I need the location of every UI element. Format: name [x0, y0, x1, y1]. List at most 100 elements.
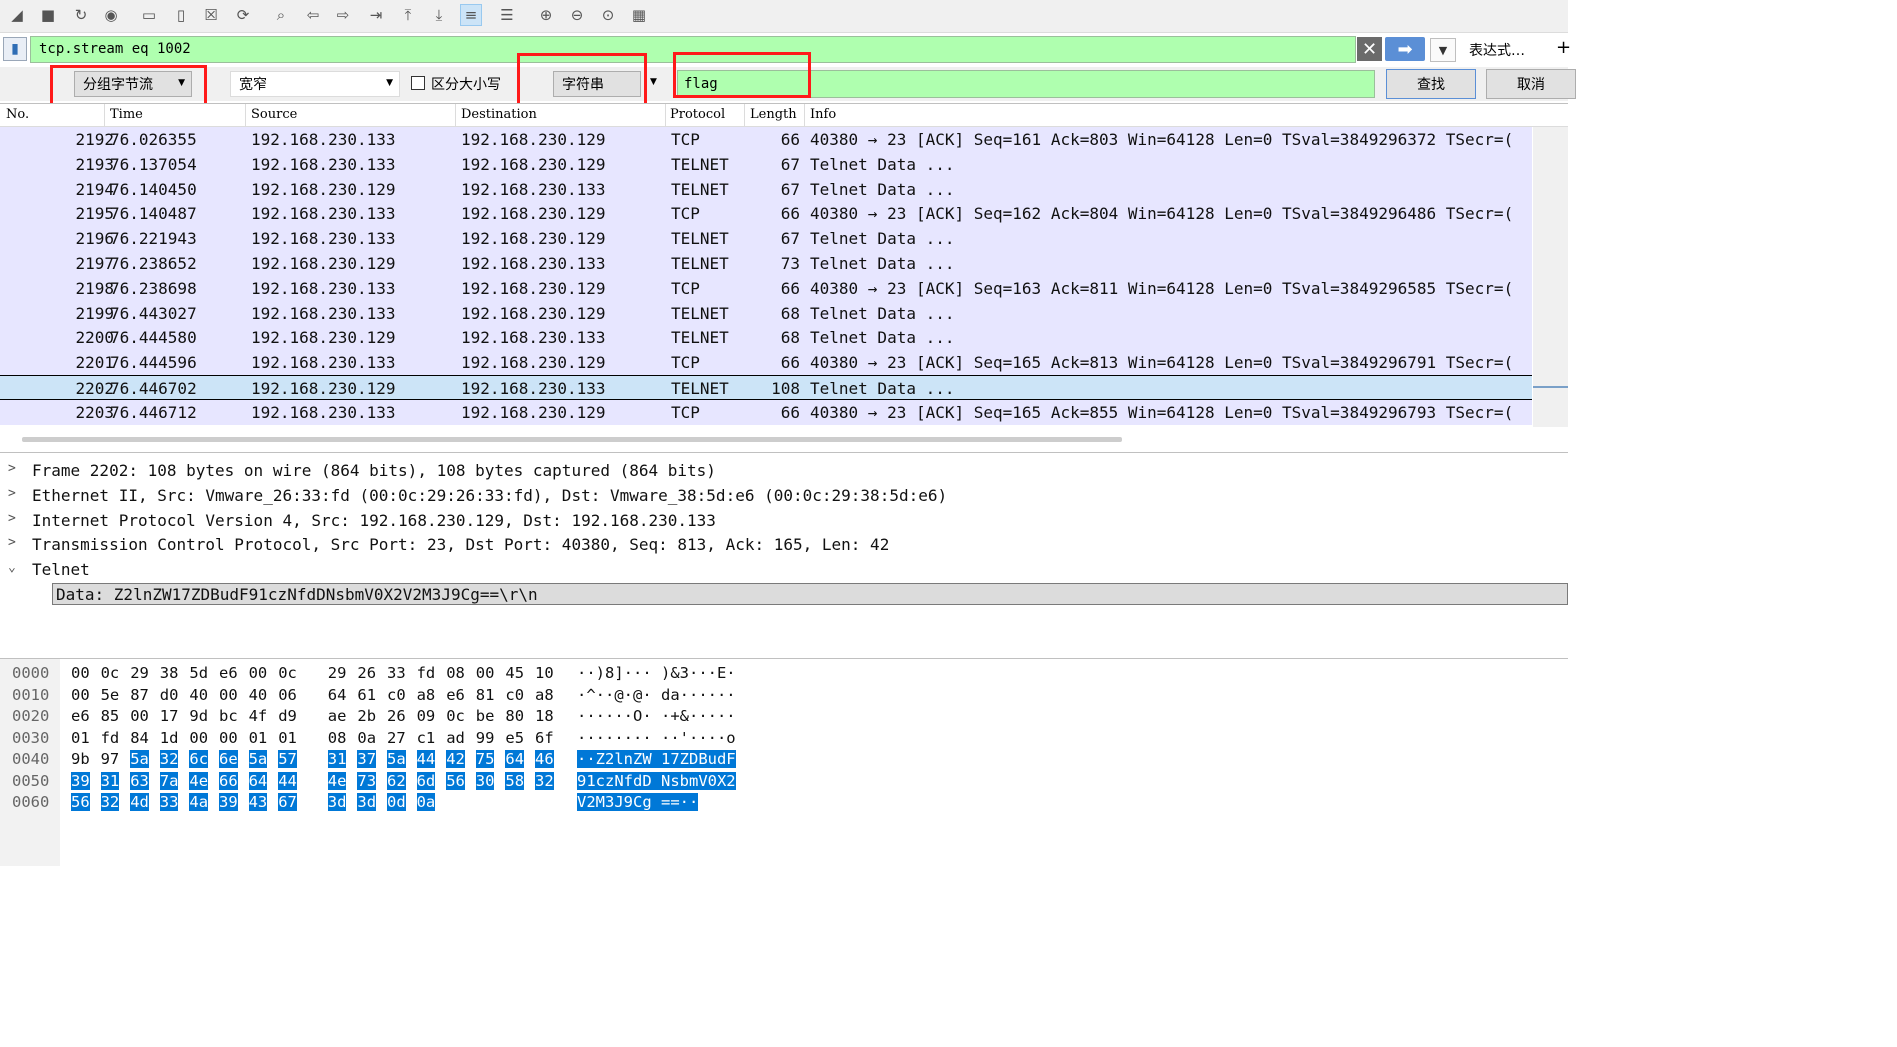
hex-byte[interactable]: 64: [505, 750, 525, 768]
display-filter-input[interactable]: tcp.stream eq 1002: [30, 36, 1356, 63]
last-packet-icon[interactable]: ⤓: [428, 4, 450, 26]
expand-arrow-icon[interactable]: >: [8, 511, 16, 526]
packet-row[interactable]: 2199 76.443027 192.168.230.133 192.168.230.…: [0, 300, 1532, 326]
column-header-info[interactable]: Info: [810, 107, 836, 122]
filter-bookmark-icon[interactable]: ▮: [3, 37, 27, 61]
hex-byte[interactable]: 08: [328, 729, 347, 747]
back-arrow-icon[interactable]: ⇦: [302, 4, 324, 26]
hex-byte[interactable]: 58: [505, 771, 525, 790]
hex-byte[interactable]: 45: [505, 664, 524, 682]
hex-byte[interactable]: 61: [357, 686, 376, 704]
hex-byte[interactable]: fd: [417, 664, 436, 682]
hex-byte[interactable]: 1d: [160, 729, 179, 747]
hex-byte[interactable]: c0: [505, 686, 524, 704]
packet-row[interactable]: 2197 76.238652 192.168.230.129 192.168.230.…: [0, 251, 1532, 276]
hex-byte[interactable]: 01: [278, 729, 297, 747]
hex-byte[interactable]: 31: [327, 750, 347, 768]
hex-byte[interactable]: 01: [71, 729, 90, 747]
hex-byte[interactable]: ad: [446, 729, 465, 747]
hex-byte[interactable]: 00: [219, 729, 238, 747]
hex-byte[interactable]: bc: [219, 707, 238, 725]
hex-byte[interactable]: 5e: [101, 686, 120, 704]
hex-byte[interactable]: 30: [475, 771, 495, 790]
hex-byte[interactable]: 10: [535, 664, 554, 682]
hex-byte[interactable]: 3d: [327, 793, 347, 811]
hex-byte[interactable]: 87: [130, 686, 149, 704]
hex-byte[interactable]: 63: [130, 771, 149, 790]
hex-byte[interactable]: 44: [278, 771, 297, 790]
hex-byte[interactable]: 00: [71, 664, 90, 682]
hex-byte[interactable]: 80: [505, 707, 524, 725]
options-icon[interactable]: ◉: [100, 4, 122, 26]
ascii-dump[interactable]: ······O· ·+&·····: [577, 707, 736, 725]
hex-byte[interactable]: 18: [535, 707, 554, 725]
hex-byte[interactable]: 5a: [248, 750, 268, 768]
colorize-icon[interactable]: ☰: [496, 4, 518, 26]
detail-tree-item[interactable]: > Internet Protocol Version 4, Src: 192.1…: [0, 509, 1568, 533]
hex-byte[interactable]: 01: [249, 729, 268, 747]
hex-byte[interactable]: d0: [160, 686, 179, 704]
hex-byte[interactable]: 99: [476, 729, 495, 747]
ascii-dump[interactable]: ··Z2lnZW 17ZDBudF: [577, 750, 736, 768]
ascii-dump[interactable]: ··)8]··· )&3···E·: [577, 664, 736, 682]
hex-byte[interactable]: 0c: [101, 664, 120, 682]
hex-byte[interactable]: e6: [219, 664, 238, 682]
packet-list-scrollbar[interactable]: [1533, 127, 1568, 427]
hex-byte[interactable]: 44: [416, 750, 436, 768]
hex-byte[interactable]: 5d: [189, 664, 208, 682]
hex-byte[interactable]: 0c: [278, 664, 297, 682]
ascii-dump[interactable]: V2M3J9Cg ==··: [577, 793, 699, 811]
hex-byte[interactable]: 64: [248, 771, 268, 790]
hex-byte[interactable]: 32: [159, 750, 179, 768]
hex-byte[interactable]: 40: [189, 686, 208, 704]
restart-icon[interactable]: ↻: [70, 4, 92, 26]
hex-byte[interactable]: 97: [101, 750, 120, 768]
hex-byte[interactable]: 32: [100, 793, 120, 811]
first-packet-icon[interactable]: ⤒: [397, 4, 419, 26]
resize-columns-icon[interactable]: ▦: [628, 4, 650, 26]
file-icon[interactable]: ▯: [170, 4, 192, 26]
column-header-no[interactable]: No.: [6, 107, 29, 122]
packet-row[interactable]: 2193 76.137054 192.168.230.133 192.168.230.…: [0, 151, 1532, 177]
hex-byte[interactable]: 00: [219, 686, 238, 704]
ascii-dump[interactable]: ········ ··'····o: [577, 729, 736, 747]
hex-byte[interactable]: a8: [417, 686, 436, 704]
hex-byte[interactable]: 42: [446, 750, 465, 768]
zoom-out-icon[interactable]: ⊖: [566, 4, 588, 26]
hex-byte[interactable]: 43: [248, 793, 268, 811]
hex-byte[interactable]: 17: [160, 707, 179, 725]
hex-byte[interactable]: 4e: [327, 771, 347, 790]
zoom-normal-icon[interactable]: ⊙: [597, 4, 619, 26]
column-header-source[interactable]: Source: [251, 107, 297, 122]
hex-byte[interactable]: 9b: [71, 750, 90, 768]
hex-byte[interactable]: 29: [328, 664, 347, 682]
hex-byte[interactable]: 56: [446, 771, 465, 790]
find-button[interactable]: 查找: [1386, 69, 1476, 99]
hex-byte[interactable]: 81: [476, 686, 495, 704]
packet-row[interactable]: 2203 76.446712 192.168.230.133 192.168.230.…: [0, 399, 1532, 425]
hex-byte[interactable]: c1: [417, 729, 436, 747]
hex-byte[interactable]: 0d: [387, 793, 406, 811]
hex-byte[interactable]: ae: [328, 707, 347, 725]
hex-byte[interactable]: 09: [417, 707, 436, 725]
expand-arrow-icon[interactable]: >: [8, 461, 16, 476]
hex-byte[interactable]: 6c: [189, 750, 209, 768]
column-header-length[interactable]: Length: [750, 107, 797, 122]
hex-byte[interactable]: fd: [101, 729, 120, 747]
search-in-select[interactable]: 分组字节流 ▼: [74, 71, 192, 97]
reload-icon[interactable]: ⟳: [232, 4, 254, 26]
column-header-time[interactable]: Time: [110, 107, 143, 122]
hex-byte[interactable]: 06: [278, 686, 297, 704]
expression-button[interactable]: 表达式…: [1469, 40, 1525, 60]
hex-byte[interactable]: 0a: [416, 793, 436, 811]
detail-tree-item[interactable]: > Frame 2202: 108 bytes on wire (864 bits…: [0, 459, 1568, 483]
hex-byte[interactable]: 66: [219, 771, 238, 790]
ascii-dump[interactable]: ·^··@·@· da······: [577, 686, 736, 704]
packet-row[interactable]: 2195 76.140487 192.168.230.133 192.168.230.…: [0, 201, 1532, 227]
hex-byte[interactable]: 32: [535, 771, 554, 790]
hex-byte[interactable]: 4a: [189, 793, 209, 811]
clear-filter-icon[interactable]: ✕: [1357, 37, 1382, 61]
hex-byte[interactable]: 29: [130, 664, 149, 682]
hex-byte[interactable]: 39: [219, 793, 238, 811]
close-file-icon[interactable]: ☒: [200, 4, 222, 26]
